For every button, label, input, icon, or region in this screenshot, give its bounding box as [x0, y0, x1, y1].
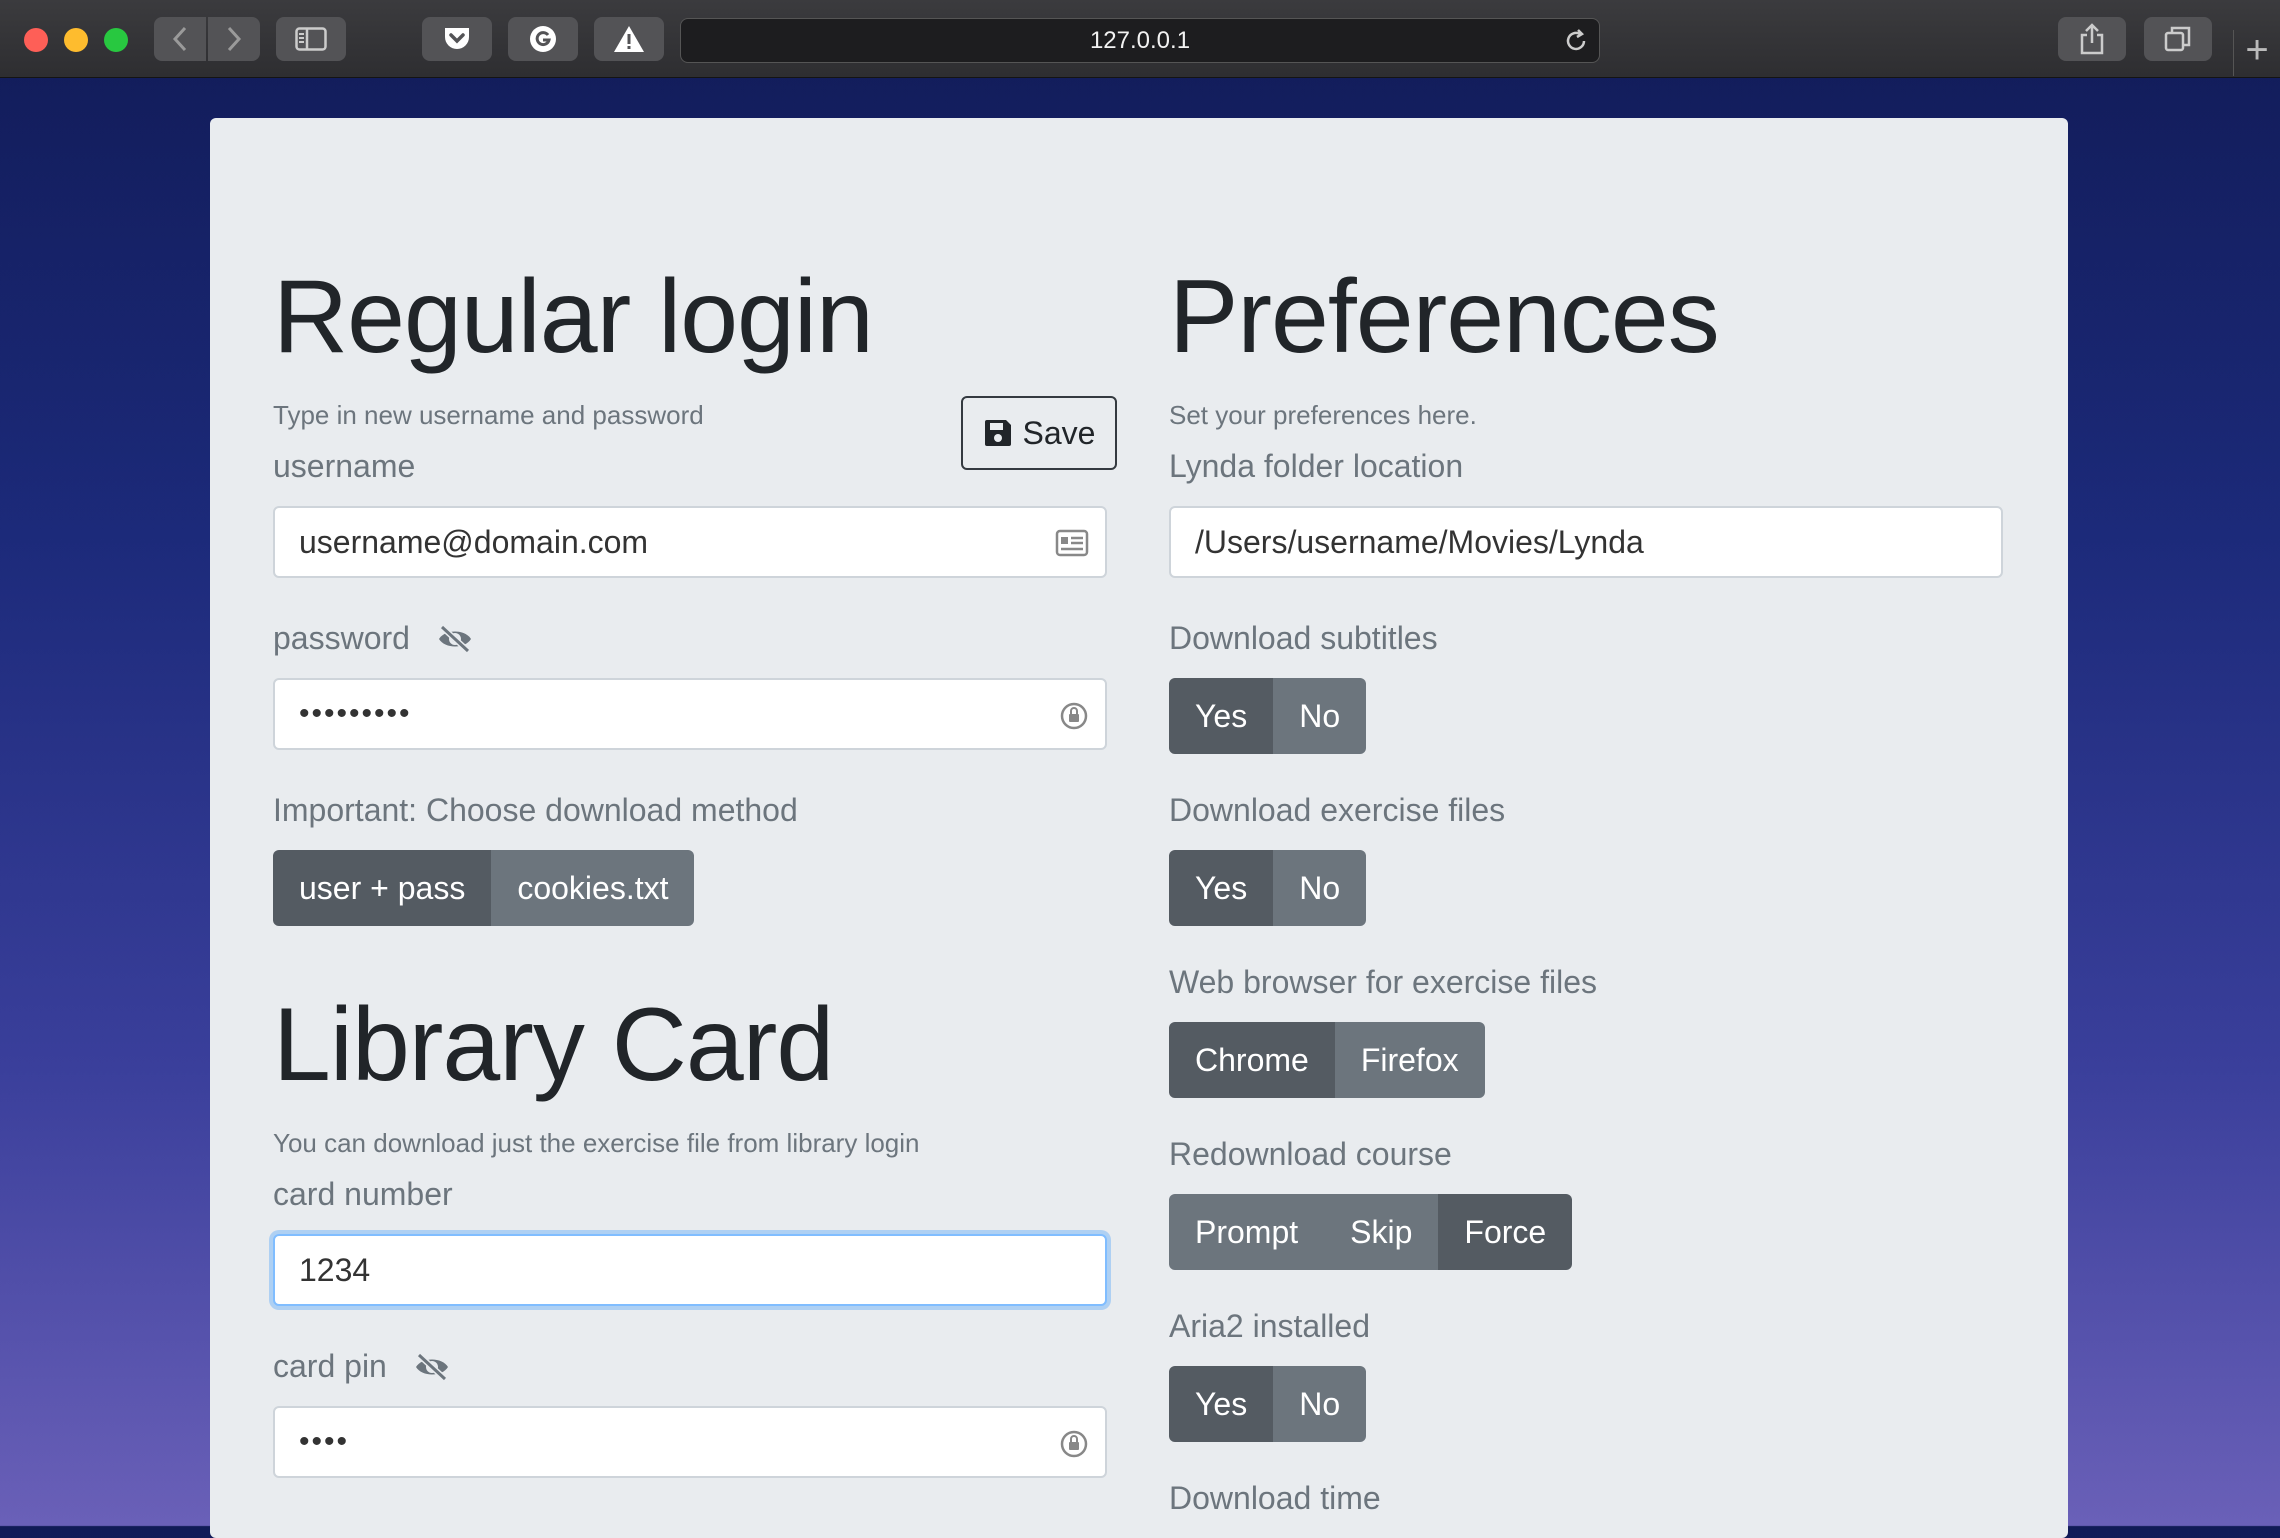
- web-browser-label: Web browser for exercise files: [1169, 964, 1597, 1001]
- card-number-label: card number: [273, 1176, 453, 1213]
- aria2-installed-group: Yes No: [1169, 1366, 1367, 1442]
- card-number-input[interactable]: 1234: [273, 1234, 1107, 1306]
- share-icon: [2080, 23, 2104, 55]
- grammarly-icon: [530, 26, 556, 52]
- regular-login-title: Regular login: [273, 259, 874, 375]
- card-pin-label-text: card pin: [273, 1348, 387, 1384]
- reload-button[interactable]: [1563, 28, 1589, 61]
- contact-card-icon[interactable]: [1055, 528, 1089, 566]
- method-cookies-button[interactable]: cookies.txt: [491, 850, 695, 926]
- web-browser-label-text: Web browser for exercise files: [1169, 964, 1597, 1000]
- address-bar[interactable]: 127.0.0.1: [680, 18, 1600, 63]
- pocket-extension-button[interactable]: [422, 17, 492, 61]
- grammarly-extension-button[interactable]: [508, 17, 578, 61]
- password-key-icon[interactable]: [1059, 700, 1089, 740]
- browser-firefox-button[interactable]: Firefox: [1334, 1022, 1485, 1098]
- close-window-button[interactable]: [24, 28, 48, 52]
- password-label-text: password: [273, 620, 410, 656]
- password-label: password: [273, 620, 474, 657]
- aria2-installed-label: Aria2 installed: [1169, 1308, 1370, 1345]
- folder-location-value: /Users/username/Movies/Lynda: [1195, 523, 1644, 560]
- redownload-course-label-text: Redownload course: [1169, 1136, 1452, 1172]
- username-value: username@domain.com: [299, 523, 649, 560]
- download-time-label-text: Download time: [1169, 1480, 1381, 1516]
- redownload-course-group: Prompt Skip Force: [1169, 1194, 1573, 1270]
- redownload-skip-button[interactable]: Skip: [1324, 1194, 1439, 1270]
- tab-overview-button[interactable]: [2144, 17, 2212, 61]
- preferences-title: Preferences: [1169, 259, 1720, 375]
- download-method-label: Important: Choose download method: [273, 792, 798, 829]
- download-subtitles-group: Yes No: [1169, 678, 1367, 754]
- password-value: •••••••••: [299, 697, 412, 730]
- pocket-icon: [445, 28, 469, 49]
- library-card-subtitle: You can download just the exercise file …: [273, 1128, 920, 1158]
- library-card-title: Library Card: [273, 987, 834, 1103]
- username-label: username: [273, 448, 415, 485]
- card-pin-input[interactable]: ••••: [273, 1406, 1107, 1478]
- download-method-group: user + pass cookies.txt: [273, 850, 695, 926]
- new-tab-button[interactable]: +: [2233, 30, 2280, 76]
- forward-button[interactable]: [208, 17, 260, 61]
- redownload-prompt-button[interactable]: Prompt: [1169, 1194, 1325, 1270]
- redownload-force-button[interactable]: Force: [1438, 1194, 1573, 1270]
- plus-icon: +: [2245, 28, 2269, 72]
- address-text: 127.0.0.1: [1089, 26, 1191, 54]
- tabs-icon: [2164, 26, 2191, 52]
- sidebar-icon: [295, 27, 327, 51]
- download-exercise-group: Yes No: [1169, 850, 1367, 926]
- eye-slash-icon[interactable]: [436, 624, 474, 654]
- card-pin-value: ••••: [299, 1425, 350, 1458]
- password-input[interactable]: •••••••••: [273, 678, 1107, 750]
- download-subtitles-label-text: Download subtitles: [1169, 620, 1438, 656]
- warning-icon: [614, 26, 644, 52]
- reload-icon: [1566, 29, 1586, 51]
- username-input[interactable]: username@domain.com: [273, 506, 1107, 578]
- browser-chrome-button[interactable]: Chrome: [1169, 1022, 1335, 1098]
- aria2-no-button[interactable]: No: [1273, 1366, 1367, 1442]
- download-method-label-text: Important: Choose download method: [273, 792, 798, 828]
- browser-titlebar: 127.0.0.1 +: [0, 0, 2280, 78]
- download-time-label: Download time: [1169, 1480, 1381, 1517]
- download-subtitles-label: Download subtitles: [1169, 620, 1438, 657]
- password-key-icon[interactable]: [1059, 1428, 1089, 1468]
- save-button[interactable]: Save: [961, 396, 1117, 470]
- exercise-no-button[interactable]: No: [1273, 850, 1367, 926]
- card-number-label-text: card number: [273, 1176, 453, 1212]
- share-button[interactable]: [2058, 17, 2126, 61]
- folder-location-label: Lynda folder location: [1169, 448, 1463, 485]
- redownload-course-label: Redownload course: [1169, 1136, 1452, 1173]
- minimize-window-button[interactable]: [64, 28, 88, 52]
- folder-location-input[interactable]: /Users/username/Movies/Lynda: [1169, 506, 2003, 578]
- subtitles-yes-button[interactable]: Yes: [1169, 678, 1274, 754]
- download-exercise-label: Download exercise files: [1169, 792, 1505, 829]
- sidebar-toggle-button[interactable]: [276, 17, 346, 61]
- chevron-left-icon: [172, 26, 187, 52]
- aria2-yes-button[interactable]: Yes: [1169, 1366, 1274, 1442]
- floppy-disk-icon: [984, 420, 1011, 446]
- settings-card: Regular login Type in new username and p…: [210, 118, 2068, 1538]
- chevron-right-icon: [227, 26, 242, 52]
- subtitles-no-button[interactable]: No: [1273, 678, 1367, 754]
- eye-slash-icon[interactable]: [413, 1352, 451, 1382]
- method-user-pass-button[interactable]: user + pass: [273, 850, 492, 926]
- back-button[interactable]: [154, 17, 206, 61]
- warning-extension-button[interactable]: [594, 17, 664, 61]
- preferences-subtitle: Set your preferences here.: [1169, 400, 1477, 430]
- exercise-yes-button[interactable]: Yes: [1169, 850, 1274, 926]
- download-exercise-label-text: Download exercise files: [1169, 792, 1506, 828]
- card-number-value: 1234: [299, 1251, 371, 1288]
- save-button-label: Save: [1022, 414, 1096, 451]
- username-label-text: username: [273, 448, 416, 484]
- regular-login-subtitle: Type in new username and password: [273, 400, 704, 430]
- card-pin-label: card pin: [273, 1348, 451, 1385]
- zoom-window-button[interactable]: [104, 28, 128, 52]
- web-browser-group: Chrome Firefox: [1169, 1022, 1485, 1098]
- folder-location-label-text: Lynda folder location: [1169, 448, 1464, 484]
- aria2-installed-label-text: Aria2 installed: [1169, 1308, 1370, 1344]
